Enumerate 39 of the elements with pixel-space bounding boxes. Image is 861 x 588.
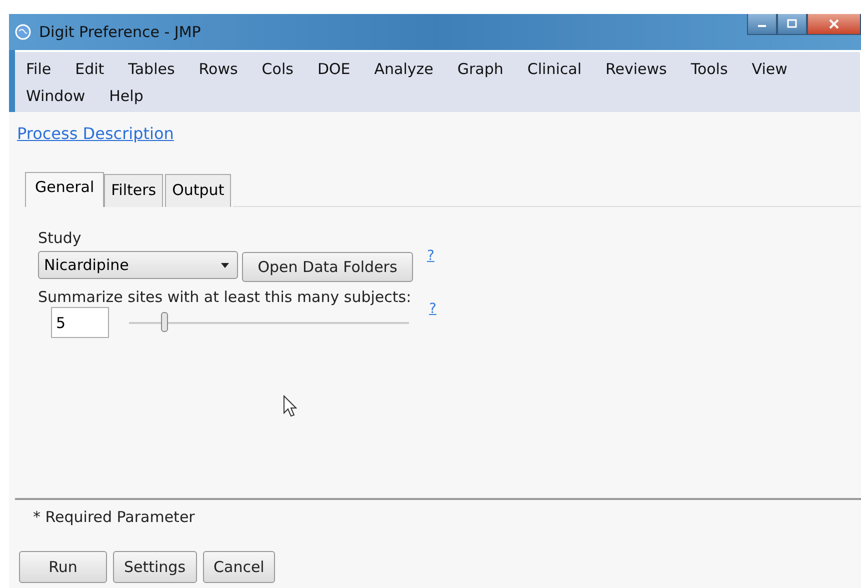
maximize-icon [786,19,798,29]
close-button[interactable] [807,14,861,35]
window-title: Digit Preference - JMP [39,23,201,41]
menu-item[interactable]: Analyze [374,56,442,83]
menu-item[interactable]: DOE [317,56,358,83]
menu-item[interactable]: Tables [128,56,183,83]
menu-item[interactable]: Clinical [527,56,590,83]
menu-item[interactable]: Rows [198,56,246,83]
maximize-button[interactable] [777,14,807,35]
tab[interactable]: Output [165,174,232,207]
menu-item[interactable]: Graph [457,56,512,83]
tab[interactable]: Filters [104,174,164,207]
action-button[interactable]: Run [19,551,107,583]
action-button[interactable]: Cancel [202,551,276,583]
menu-item[interactable]: Window [26,83,94,110]
minimize-button[interactable] [747,14,777,35]
help-link[interactable]: ? [427,248,434,264]
menu-item[interactable]: File [26,56,60,83]
menu-item[interactable]: Cols [262,56,302,83]
process-description-link[interactable]: Process Description [17,124,174,143]
required-parameter-note: * Required Parameter [33,508,196,526]
slider-thumb[interactable] [161,312,168,332]
caret-icon [221,262,229,268]
close-icon [828,19,840,29]
help-link[interactable]: ? [429,301,436,317]
menu-item[interactable]: Help [109,83,152,110]
subjects-label: Summarize sites with at least this many subjects: [38,288,412,306]
action-button[interactable]: Settings [113,551,197,583]
subjects-input-field[interactable]: 5 [51,307,109,338]
menu-item[interactable]: View [752,56,796,83]
menu-item[interactable]: Tools [690,56,736,83]
mouse-cursor-icon [283,395,297,417]
tab[interactable]: General [25,172,104,207]
study-dropdown[interactable]: Nicardipine [38,251,238,279]
menu-item[interactable]: Edit [75,56,112,83]
study-label: Study [38,229,82,247]
globe-icon [15,24,31,40]
open-data-folders-button[interactable]: Open Data Folders [242,252,413,282]
menu-item[interactable]: Reviews [606,56,675,83]
